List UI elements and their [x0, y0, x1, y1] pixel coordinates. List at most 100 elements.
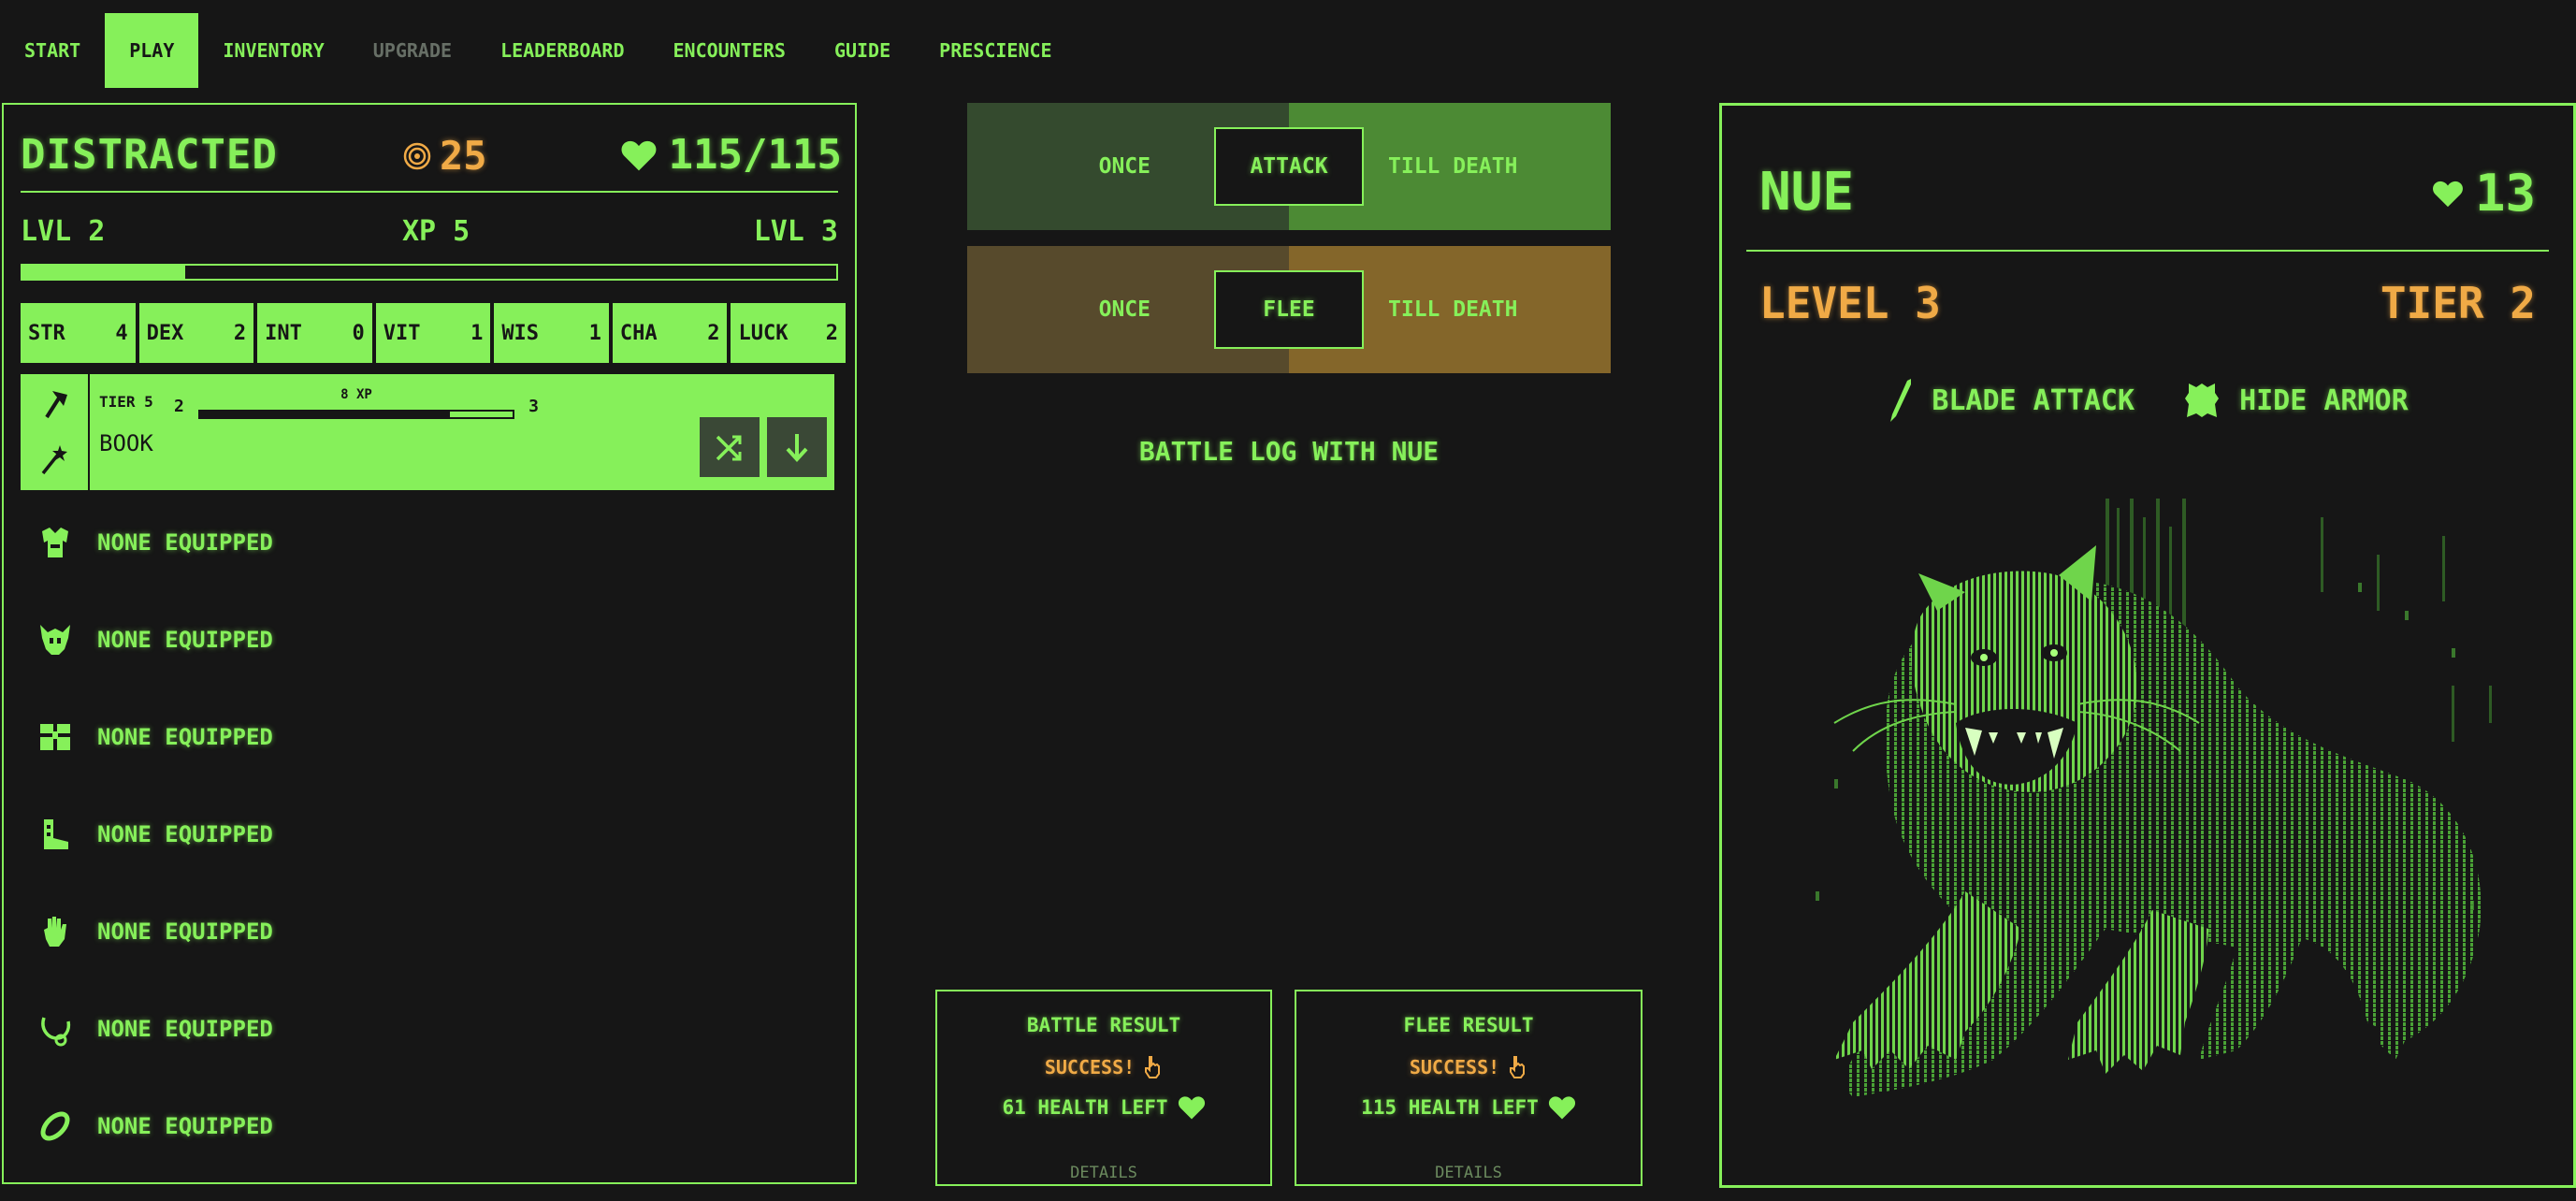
flee-result-card[interactable]: FLEE RESULT SUCCESS! 115 HEALTH LEFT DET…	[1295, 990, 1643, 1186]
battle-result-title: BATTLE RESULT	[1026, 1014, 1181, 1036]
flee-action-row: ONCE TILL DEATH FLEE	[967, 246, 1611, 373]
slot-label: NONE EQUIPPED	[97, 919, 273, 945]
weapon-xp: 8 XP 2 3	[174, 387, 539, 421]
tab-upgrade[interactable]: UPGRADE	[349, 13, 476, 88]
coin-icon	[403, 142, 431, 169]
xp-progress-bar	[21, 264, 838, 281]
tab-play[interactable]: PLAY	[105, 13, 199, 88]
pointer-hand-icon	[1145, 1056, 1161, 1078]
attack-action-row: ONCE TILL DEATH ATTACK	[967, 103, 1611, 230]
next-level: LVL 3	[753, 215, 838, 248]
stat-name: WIS	[501, 321, 540, 345]
equip-slot-foot[interactable]: NONE EQUIPPED	[32, 806, 273, 862]
heart-icon	[2433, 181, 2463, 207]
stat-int: INT 0	[257, 303, 372, 363]
tab-encounters[interactable]: ENCOUNTERS	[649, 13, 810, 88]
stat-value: 2	[233, 321, 247, 345]
stat-value: 4	[115, 321, 128, 345]
flee-once-label: ONCE	[1098, 297, 1151, 322]
flee-result-title: FLEE RESULT	[1403, 1014, 1534, 1036]
pointer-hand-icon	[1510, 1056, 1526, 1078]
attack-once-label: ONCE	[1098, 154, 1151, 179]
chest-armor-icon	[32, 519, 79, 566]
slot-label: NONE EQUIPPED	[97, 1016, 273, 1042]
enemy-attack-label: BLADE ATTACK	[1932, 383, 2135, 417]
tab-prescience[interactable]: PRESCIENCE	[915, 13, 1076, 88]
flee-result-details-link[interactable]: DETAILS	[1296, 1164, 1641, 1182]
arrow-down-icon	[786, 434, 808, 462]
player-panel: DISTRACTED 25 115/115 LVL 2 XP 5 LVL 3 S…	[2, 103, 857, 1184]
stats-row: STR 4 DEX 2 INT 0 VIT 1 WIS 1 CHA 2 LUCK 2	[21, 303, 847, 363]
ring-icon	[32, 1103, 79, 1150]
slot-label: NONE EQUIPPED	[97, 529, 273, 556]
enemy-armor-label: HIDE ARMOR	[2239, 383, 2409, 417]
enemy-traits: BLADE ATTACK HIDE ARMOR	[1722, 377, 2573, 424]
necklace-icon	[32, 1006, 79, 1052]
equip-slot-waist[interactable]: NONE EQUIPPED	[32, 709, 273, 765]
flee-result-status: SUCCESS!	[1296, 1055, 1641, 1079]
weapon-type-icons	[21, 374, 90, 490]
top-nav: START PLAY INVENTORY UPGRADE LEADERBOARD…	[0, 13, 1076, 88]
equip-slot-helmet[interactable]: NONE EQUIPPED	[32, 612, 273, 668]
battle-result-details-link[interactable]: DETAILS	[937, 1164, 1270, 1182]
enemy-health-value: 13	[2474, 164, 2536, 223]
enemy-health: 13	[2432, 164, 2536, 223]
tab-inventory[interactable]: INVENTORY	[198, 13, 348, 88]
stat-value: 2	[707, 321, 720, 345]
stat-name: LUCK	[738, 321, 789, 345]
divider	[21, 191, 838, 193]
tab-guide[interactable]: GUIDE	[810, 13, 915, 88]
flee-button-label: FLEE	[1263, 297, 1315, 322]
stat-wis: WIS 1	[494, 303, 609, 363]
stat-name: INT	[265, 321, 302, 345]
tab-start[interactable]: START	[0, 13, 105, 88]
weapon-xp-label: 8 XP	[340, 387, 372, 402]
slot-label: NONE EQUIPPED	[97, 724, 273, 750]
battle-result-health: 61 HEALTH LEFT	[937, 1094, 1270, 1121]
slot-label: NONE EQUIPPED	[97, 821, 273, 847]
stat-value: 1	[470, 321, 484, 345]
gold-value: 25	[440, 133, 487, 179]
equip-slot-chest[interactable]: NONE EQUIPPED	[32, 514, 273, 571]
stat-luck: LUCK 2	[731, 303, 847, 363]
stat-str: STR 4	[21, 303, 136, 363]
boot-icon	[32, 811, 79, 858]
axe-icon	[45, 391, 67, 419]
blade-icon	[1890, 379, 1912, 422]
flee-button[interactable]: FLEE	[1214, 270, 1364, 349]
health-value: 115/115	[668, 131, 842, 179]
stat-value: 1	[588, 321, 601, 345]
attack-button-label: ATTACK	[1250, 154, 1328, 179]
stat-name: VIT	[383, 321, 421, 345]
equip-slot-ring[interactable]: NONE EQUIPPED	[32, 1098, 273, 1154]
heart-icon	[621, 140, 656, 170]
stat-vit: VIT 1	[375, 303, 491, 363]
battle-result-status: SUCCESS!	[937, 1055, 1270, 1079]
enemy-tier: TIER 2	[2380, 278, 2536, 328]
battle-result-card[interactable]: BATTLE RESULT SUCCESS! 61 HEALTH LEFT DE…	[935, 990, 1272, 1186]
drop-button[interactable]	[767, 417, 827, 477]
shuffle-icon	[716, 435, 742, 461]
equip-slot-neck[interactable]: NONE EQUIPPED	[32, 1001, 273, 1057]
attack-till-death-label: TILL DEATH	[1388, 154, 1518, 179]
tab-leaderboard[interactable]: LEADERBOARD	[476, 13, 648, 88]
stat-name: STR	[28, 321, 65, 345]
enemy-armor-type: HIDE ARMOR	[2181, 377, 2409, 424]
current-level: LVL 2	[21, 215, 106, 248]
weapon-name: BOOK	[99, 430, 153, 456]
flee-result-health: 115 HEALTH LEFT	[1296, 1094, 1641, 1121]
stat-name: CHA	[619, 321, 658, 345]
heart-icon	[1178, 1096, 1205, 1120]
heart-icon	[1548, 1096, 1575, 1120]
enemy-name: NUE	[1759, 162, 1855, 223]
glove-icon	[32, 908, 79, 955]
battle-health-text: 61 HEALTH LEFT	[1002, 1096, 1168, 1119]
weapon-slot[interactable]: TIER 5 8 XP 2 3 BOOK	[21, 374, 834, 490]
unequip-button[interactable]	[700, 417, 760, 477]
stat-cha: CHA 2	[612, 303, 728, 363]
equip-slot-hand[interactable]: NONE EQUIPPED	[32, 904, 273, 960]
attack-button[interactable]: ATTACK	[1214, 127, 1364, 206]
magic-wand-icon	[41, 445, 67, 475]
battle-log-title: BATTLE LOG WITH NUE	[1138, 436, 1440, 467]
nue-beast-illustration	[1816, 499, 2492, 1097]
